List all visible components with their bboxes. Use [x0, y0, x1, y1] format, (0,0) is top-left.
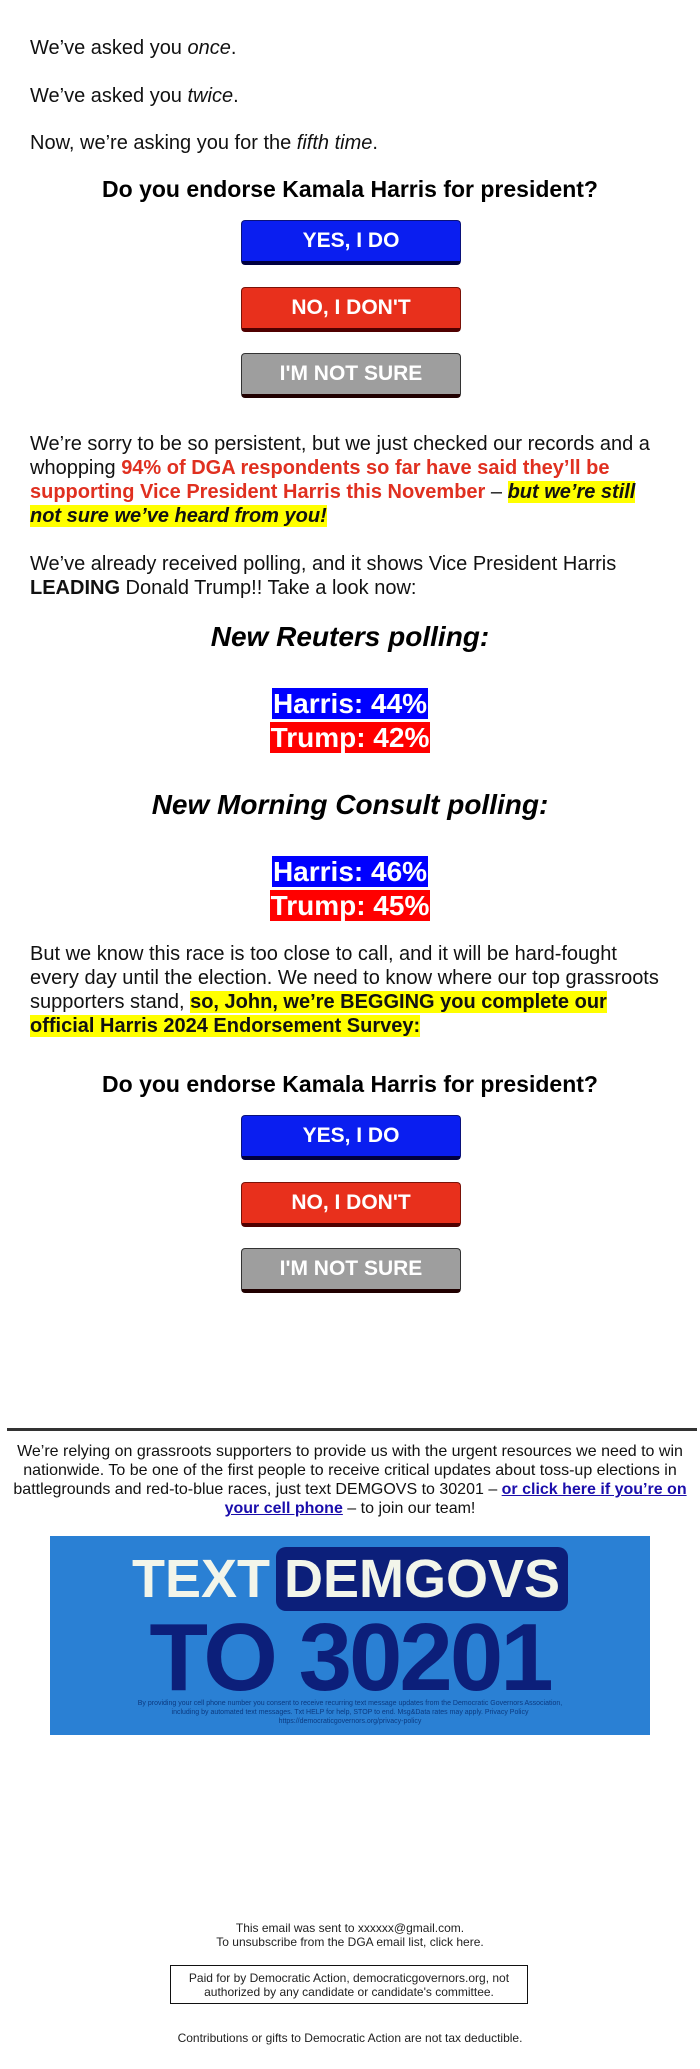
no-button[interactable]: NO, I DON'T [241, 287, 461, 332]
persistent-paragraph: We’re sorry to be so persistent, but we … [30, 432, 670, 528]
survey-question: Do you endorse Kamala Harris for preside… [102, 176, 598, 202]
polling-intro-text: We’ve already received polling, and it s… [30, 553, 617, 575]
intro-text: We’ve asked you [30, 85, 188, 107]
morning-consult-harris: Harris: 46% [0, 856, 700, 888]
divider [7, 1428, 697, 1431]
banner-headline: TEXT DEMGOVS [50, 1546, 650, 1612]
reuters-harris: Harris: 44% [0, 688, 700, 720]
intro-line-once: We’ve asked you once. [30, 36, 236, 60]
intro-emphasis: once [187, 37, 231, 59]
morning-consult-trump: Trump: 45% [0, 890, 700, 922]
intro-punct: . [233, 85, 239, 107]
polling-intro: We’ve already received polling, and it s… [30, 552, 670, 600]
paid-for-disclaimer: Paid for by Democratic Action, democrati… [170, 1965, 528, 2004]
banner-keyword: DEMGOVS [275, 1547, 569, 1611]
race-paragraph: But we know this race is too close to ca… [30, 942, 670, 1038]
survey-question-2: Do you endorse Kamala Harris for preside… [102, 1071, 598, 1097]
harris-result: Harris: 46% [271, 856, 429, 887]
yes-button[interactable]: YES, I DO [241, 220, 461, 265]
reuters-poll-title: New Reuters polling: [210, 621, 490, 652]
morning-consult-poll-title: New Morning Consult polling: [151, 789, 549, 820]
yes-button-2[interactable]: YES, I DO [241, 1115, 461, 1160]
intro-punct: . [230, 37, 237, 59]
unsubscribe-link[interactable]: To unsubscribe from the DGA email list, … [0, 1935, 700, 1949]
banner-text-word: TEXT [131, 1549, 270, 1609]
no-button-2[interactable]: NO, I DON'T [241, 1182, 461, 1227]
grassroots-paragraph: We’re relying on grassroots supporters t… [10, 1442, 690, 1518]
intro-emphasis: fifth time [296, 132, 373, 154]
dash: – [485, 481, 508, 503]
grassroots-suffix: – to join our team! [342, 1500, 476, 1517]
sent-to-notice: This email was sent to xxxxxx@gmail.com. [235, 1921, 465, 1935]
banner-fine-print: By providing your cell phone number you … [137, 1700, 563, 1725]
trump-result: Trump: 45% [269, 890, 431, 921]
not-sure-button[interactable]: I'M NOT SURE [241, 353, 461, 398]
intro-line-twice: We’ve asked you twice. [30, 84, 239, 108]
not-sure-button-2[interactable]: I'M NOT SURE [241, 1248, 461, 1293]
harris-result: Harris: 44% [271, 688, 429, 719]
tax-disclaimer: Contributions or gifts to Democratic Act… [177, 2031, 523, 2045]
trump-result: Trump: 42% [269, 722, 431, 753]
reuters-trump: Trump: 42% [0, 722, 700, 754]
intro-emphasis: twice [187, 85, 234, 107]
intro-punct: . [372, 132, 378, 154]
intro-line-fifth: Now, we’re asking you for the fifth time… [30, 131, 378, 155]
intro-text: We’ve asked you [30, 37, 188, 59]
leading-text: LEADING [30, 577, 120, 599]
polling-intro-suffix: Donald Trump!! Take a look now: [120, 577, 417, 599]
intro-text: Now, we’re asking you for the [30, 132, 297, 154]
text-demgovs-banner[interactable]: TEXT DEMGOVS TO 30201 By providing your c… [50, 1536, 650, 1735]
banner-shortcode: TO 30201 [149, 1604, 553, 1711]
